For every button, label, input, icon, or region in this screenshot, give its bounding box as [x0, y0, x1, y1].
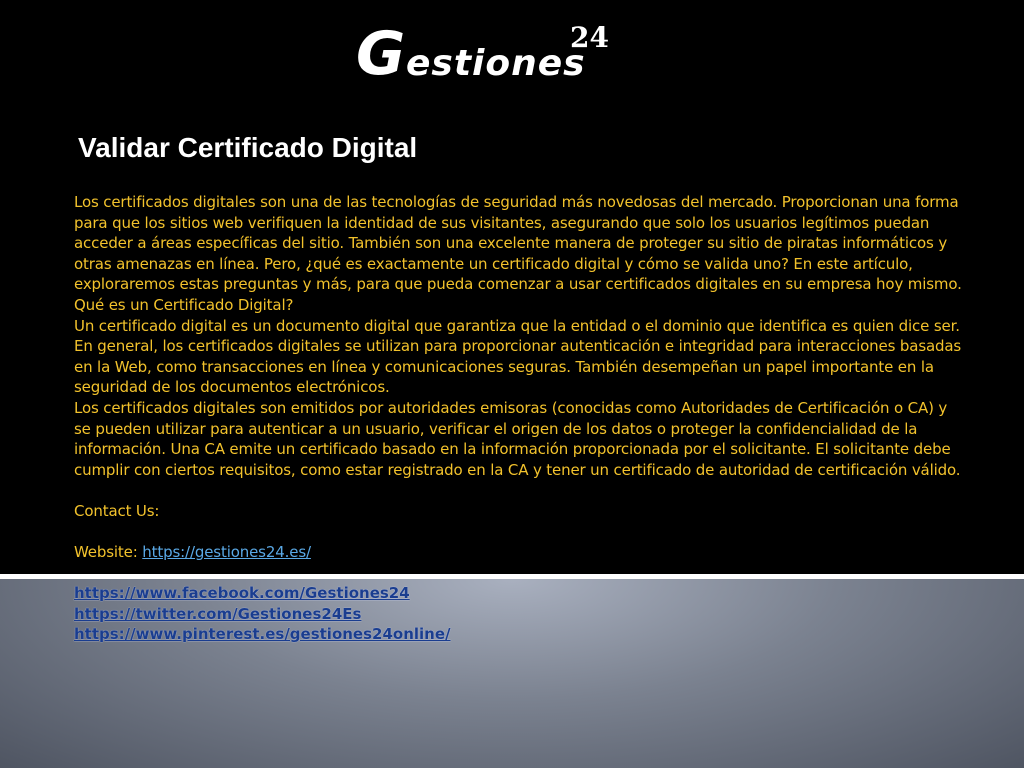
twitter-link[interactable]: https://twitter.com/Gestiones24Es: [74, 604, 451, 625]
website-label: Website:: [74, 543, 143, 562]
slide-title: Validar Certificado Digital: [78, 132, 418, 163]
paragraph-question: Qué es un Certificado Digital?: [74, 295, 294, 314]
website-line: Website: https://gestiones24.es/: [74, 542, 964, 563]
contact-label: Contact Us:: [74, 501, 160, 520]
website-link[interactable]: https://gestiones24.es/: [142, 543, 311, 561]
paragraph-authorities: Los certificados digitales son emitidos …: [74, 398, 961, 479]
pinterest-link[interactable]: https://www.pinterest.es/gestiones24onli…: [74, 624, 451, 645]
paragraph-definition: Un certificado digital es un documento d…: [74, 316, 962, 397]
logo-number: 24: [570, 21, 609, 54]
social-links: https://www.facebook.com/Gestiones24 htt…: [74, 583, 451, 645]
logo-word: estiones: [406, 43, 586, 84]
slide-body: Los certificados digitales son una de la…: [74, 192, 964, 563]
facebook-link[interactable]: https://www.facebook.com/Gestiones24: [74, 583, 451, 604]
logo-letter: G: [356, 19, 406, 89]
gestiones24-logo: G estiones 24: [356, 18, 626, 90]
paragraph-intro: Los certificados digitales son una de la…: [74, 193, 962, 294]
